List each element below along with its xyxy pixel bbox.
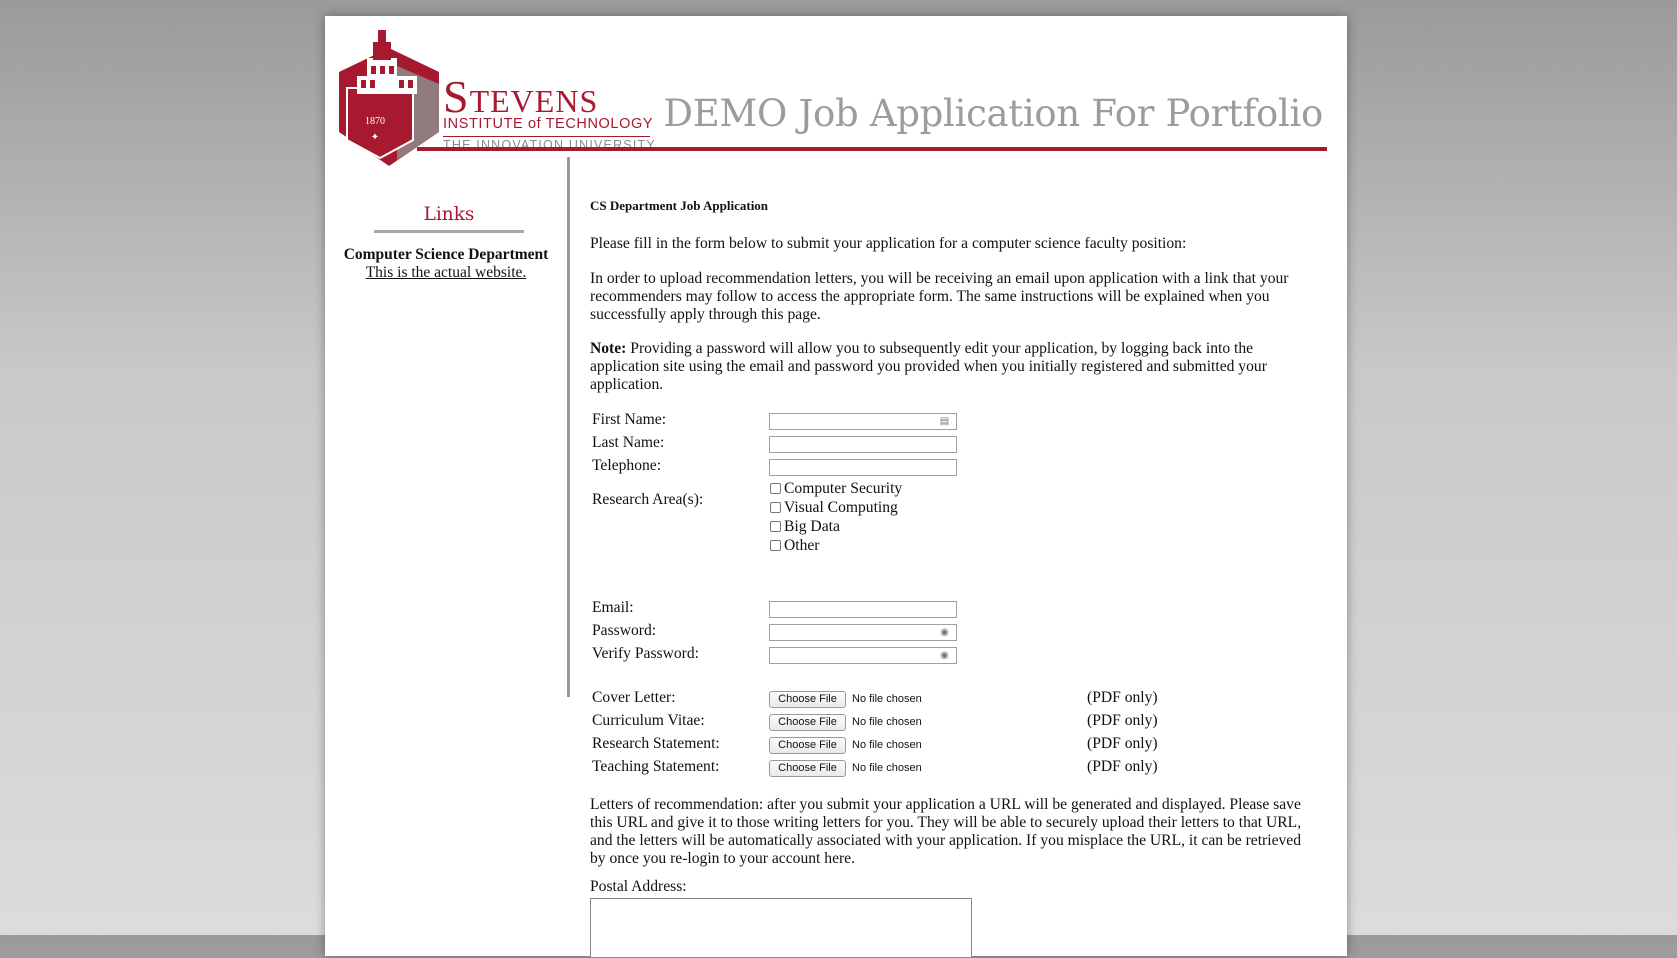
checkbox[interactable] [770, 483, 781, 494]
cv-label: Curriculum Vitae: [592, 712, 705, 729]
svg-text:✦: ✦ [371, 132, 379, 143]
cv-file-status: No file chosen [852, 716, 922, 728]
last-name-field[interactable] [769, 436, 957, 453]
cover-letter-label: Cover Letter: [592, 689, 676, 706]
checkbox[interactable] [770, 540, 781, 551]
intro-text: Please fill in the form below to submit … [590, 235, 1187, 252]
research-statement-file-status: No file chosen [852, 739, 922, 751]
logo-year: 1870 [365, 116, 385, 127]
password-label: Password: [592, 622, 657, 639]
first-name-label: First Name: [592, 411, 667, 428]
links-heading: Links [423, 204, 475, 225]
research-statement-choose-file-button[interactable]: Choose File [769, 737, 846, 754]
cover-letter-pdf-note: (PDF only) [1087, 689, 1158, 706]
shield-crest-icon: 1870 ✦ [339, 30, 439, 166]
key-icon[interactable]: ◉ [939, 626, 950, 639]
note-label: Note: [590, 340, 627, 357]
sidebar-divider [567, 157, 570, 697]
upload-info-text: In order to upload recommendation letter… [590, 270, 1289, 323]
research-option-big-data[interactable]: Big Data [770, 518, 840, 536]
site-title: DEMO Job Application For Portfolio [663, 92, 1323, 135]
cover-letter-choose-file-button[interactable]: Choose File [769, 691, 846, 708]
postal-address-textarea[interactable] [590, 898, 972, 958]
telephone-label: Telephone: [592, 457, 662, 474]
verify-password-field[interactable]: ◉ [769, 647, 957, 664]
brand-name: Stevens [443, 71, 599, 122]
research-statement-pdf-note: (PDF only) [1087, 735, 1158, 752]
teaching-statement-label: Teaching Statement: [592, 758, 720, 775]
links-divider [374, 230, 524, 233]
teaching-statement-file-status: No file chosen [852, 762, 922, 774]
research-option-computer-security[interactable]: Computer Security [770, 480, 902, 498]
dept-website-link[interactable]: This is the actual website. [325, 264, 567, 282]
note-text: Providing a password will allow you to s… [590, 340, 1267, 393]
research-area-label: Research Area(s): [592, 491, 704, 508]
last-name-label: Last Name: [592, 434, 665, 451]
stevens-logo[interactable]: 1870 ✦ Stevens INSTITUTE of TECHNOLOGY T… [337, 28, 655, 176]
email-label: Email: [592, 599, 634, 616]
teaching-statement-choose-file-button[interactable]: Choose File [769, 760, 846, 777]
research-option-other[interactable]: Other [770, 537, 820, 555]
letters-info-text: Letters of recommendation: after you sub… [590, 796, 1302, 867]
contact-card-icon: ▤ [939, 416, 950, 427]
cv-choose-file-button[interactable]: Choose File [769, 714, 846, 731]
brand-subtitle: INSTITUTE of TECHNOLOGY [443, 116, 654, 132]
verify-password-label: Verify Password: [592, 645, 699, 662]
checkbox[interactable] [770, 521, 781, 532]
telephone-field[interactable] [769, 459, 957, 476]
password-field[interactable]: ◉ [769, 624, 957, 641]
page-container: 1870 ✦ Stevens INSTITUTE of TECHNOLOGY T… [325, 16, 1347, 958]
checkbox[interactable] [770, 502, 781, 513]
cover-letter-file-status: No file chosen [852, 693, 922, 705]
header-divider [417, 147, 1327, 151]
research-option-visual-computing[interactable]: Visual Computing [770, 499, 898, 517]
teaching-statement-pdf-note: (PDF only) [1087, 758, 1158, 775]
note-paragraph: Note: Providing a password will allow yo… [590, 340, 1316, 394]
first-name-field[interactable]: ▤ [769, 413, 957, 430]
dept-name: Computer Science Department [343, 246, 549, 263]
brand-divider [443, 136, 650, 137]
key-icon[interactable]: ◉ [939, 649, 950, 662]
cv-pdf-note: (PDF only) [1087, 712, 1158, 729]
research-statement-label: Research Statement: [592, 735, 720, 752]
email-field[interactable] [769, 601, 957, 618]
postal-address-label: Postal Address: [590, 878, 687, 895]
form-title: CS Department Job Application [590, 198, 769, 213]
